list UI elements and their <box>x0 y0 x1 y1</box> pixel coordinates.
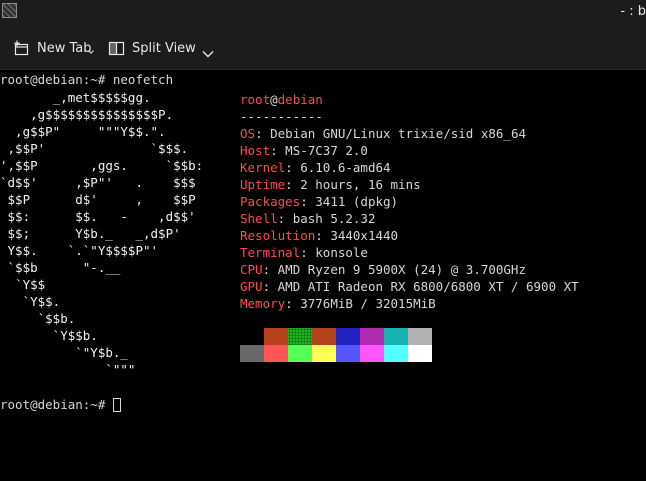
logo-line: `"Y$b._ <box>0 345 128 360</box>
at-sign: @ <box>270 92 278 107</box>
info-key: Shell <box>240 211 278 226</box>
color-swatch <box>408 345 432 362</box>
logo-line: ,$$P' `$$$. <box>0 141 189 156</box>
logo-line: ,g$$P" """Y$$.". <box>0 124 166 139</box>
logo-line: `""" <box>0 362 136 377</box>
info-row-uptime: Uptime: 2 hours, 16 mins <box>240 177 421 192</box>
split-view-icon <box>108 40 125 57</box>
user-host-line: root@debian <box>240 91 579 108</box>
color-swatch <box>312 345 336 362</box>
prompt-line: root@debian:~# <box>0 396 121 413</box>
info-value: 3411 (dpkg) <box>315 194 399 209</box>
color-swatch <box>264 328 288 345</box>
logo-line: `Y$$. <box>0 294 61 309</box>
info-row-cpu: CPU: AMD Ryzen 9 5900X (24) @ 3.700GHz <box>240 262 526 277</box>
logo-line: `$$b. <box>0 311 76 326</box>
info-row-os: OS: Debian GNU/Linux trixie/sid x86_64 <box>240 126 526 141</box>
info-value: 2 hours, 16 mins <box>300 177 421 192</box>
terminal-view[interactable]: root@debian:~# neofetch _,met$$$$$gg. ,g… <box>0 71 646 481</box>
info-value: 6.10.6-amd64 <box>300 160 391 175</box>
info-row-gpu: GPU: AMD ATI Radeon RX 6800/6800 XT / 69… <box>240 279 579 294</box>
info-value: MS-7C37 2.0 <box>285 143 368 158</box>
app-icon[interactable] <box>2 3 17 18</box>
info-row-terminal: Terminal: konsole <box>240 245 368 260</box>
info-value: Debian GNU/Linux trixie/sid x86_64 <box>270 126 526 141</box>
host-name: debian <box>277 92 323 107</box>
new-tab-menu-chevron-icon[interactable] <box>88 50 94 54</box>
color-swatch <box>384 345 408 362</box>
konsole-window: - : b New Tab Split View root@debian:~# … <box>0 0 646 481</box>
window-title: - : b <box>620 4 646 19</box>
info-row-kernel: Kernel: 6.10.6-amd64 <box>240 160 391 175</box>
info-key: Resolution <box>240 228 316 243</box>
color-swatch <box>264 345 288 362</box>
split-view-chevron-down-icon[interactable] <box>202 43 214 62</box>
color-swatch <box>336 328 360 345</box>
logo-line: `Y$$b. <box>0 328 98 343</box>
info-key: Kernel <box>240 160 286 175</box>
logo-line: Y$$. `.`"Y$$$$P"' <box>0 243 159 258</box>
info-value: 3440x1440 <box>330 228 399 243</box>
info-key: GPU <box>240 279 263 294</box>
color-swatch <box>384 328 408 345</box>
info-key: Terminal <box>240 245 301 260</box>
logo-line: ',$$P ,ggs. `$$b: <box>0 158 204 173</box>
palette-row-bright <box>240 345 432 362</box>
debian-ascii-logo: _,met$$$$$gg. ,g$$$$$$$$$$$$$$$P. ,g$$P"… <box>0 89 203 378</box>
system-info: root@debian ----------- OS: Debian GNU/L… <box>240 91 579 312</box>
info-row-resolution: Resolution: 3440x1440 <box>240 228 399 243</box>
new-tab-icon <box>13 40 30 57</box>
palette-row-normal <box>240 328 432 345</box>
logo-line: $$: $$. - ,d$$' <box>0 209 196 224</box>
logo-line: _,met$$$$$gg. <box>0 90 151 105</box>
info-key: CPU <box>240 262 263 277</box>
logo-line: $$P d$' , $$P <box>0 192 196 207</box>
info-value: 3776MiB / 32015MiB <box>300 296 436 311</box>
shell-prompt: root@debian:~# <box>0 397 113 412</box>
logo-line: ,g$$$$$$$$$$$$$$$P. <box>0 107 174 122</box>
logo-line: $$; Y$b._ _,d$P' <box>0 226 181 241</box>
info-value: AMD ATI Radeon RX 6800/6800 XT / 6900 XT <box>277 279 579 294</box>
split-view-button[interactable]: Split View <box>108 37 196 59</box>
split-view-label: Split View <box>132 40 196 56</box>
info-row-shell: Shell: bash 5.2.32 <box>240 211 376 226</box>
new-tab-label: New Tab <box>37 40 92 56</box>
info-row-packages: Packages: 3411 (dpkg) <box>240 194 399 209</box>
text-cursor <box>112 398 121 412</box>
command-line: root@debian:~# neofetch <box>0 72 174 87</box>
info-value: konsole <box>315 245 368 260</box>
info-row-host: Host: MS-7C37 2.0 <box>240 143 368 158</box>
color-swatch <box>360 328 384 345</box>
info-key: OS <box>240 126 256 141</box>
color-swatch <box>288 328 312 345</box>
info-key: Memory <box>240 296 286 311</box>
user-name: root <box>240 92 271 107</box>
info-value: bash 5.2.32 <box>292 211 376 226</box>
color-swatch <box>288 345 312 362</box>
title-bar[interactable]: - : b <box>0 0 646 26</box>
new-tab-button[interactable]: New Tab <box>13 37 94 59</box>
color-swatch <box>408 328 432 345</box>
info-value: AMD Ryzen 9 5900X (24) @ 3.700GHz <box>277 262 526 277</box>
color-palette <box>240 328 432 362</box>
color-swatch <box>240 345 264 362</box>
color-swatch <box>360 345 384 362</box>
info-key: Host <box>240 143 271 158</box>
info-key: Uptime <box>240 177 286 192</box>
separator-line: ----------- <box>240 109 323 124</box>
info-row-memory: Memory: 3776MiB / 32015MiB <box>240 296 436 311</box>
logo-line: `Y$$ <box>0 277 46 292</box>
color-swatch <box>240 328 264 345</box>
info-key: Packages <box>240 194 301 209</box>
logo-line: `d$$' ,$P"' . $$$ <box>0 175 196 190</box>
logo-line: `$$b "-.__ <box>0 260 121 275</box>
toolbar: New Tab Split View <box>0 26 646 70</box>
color-swatch <box>312 328 336 345</box>
color-swatch <box>336 345 360 362</box>
